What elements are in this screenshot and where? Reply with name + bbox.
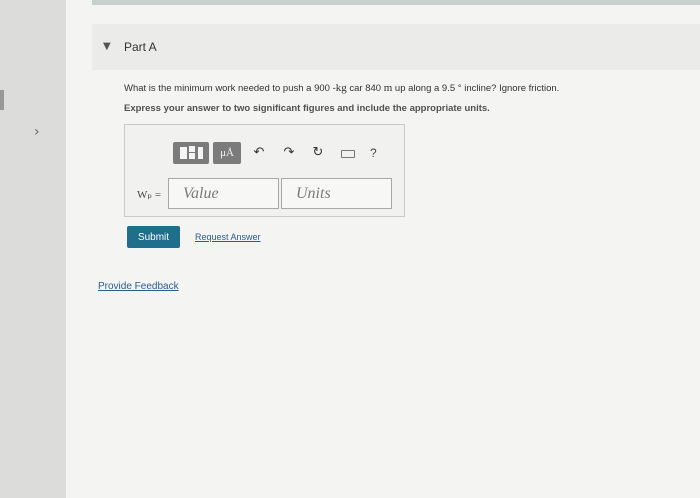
- redo-icon[interactable]: ↷: [281, 144, 297, 166]
- question-text-after: up along a 9.5 ° incline? Ignore frictio…: [392, 83, 560, 94]
- value-input[interactable]: [168, 178, 279, 209]
- distance-unit: m: [383, 82, 393, 94]
- part-title[interactable]: Part A: [124, 40, 157, 54]
- submit-button[interactable]: Submit: [127, 226, 180, 248]
- undo-icon[interactable]: ↶: [251, 144, 267, 166]
- template-icon-part: [189, 146, 195, 152]
- chevron-right-icon[interactable]: ›: [34, 124, 40, 140]
- mass-unit: kg: [335, 82, 347, 94]
- answer-instruction: Express your answer to two significant f…: [124, 103, 490, 114]
- help-button[interactable]: ?: [370, 146, 377, 160]
- caret-down-icon[interactable]: ▼: [103, 41, 111, 52]
- page-content: [66, 0, 700, 498]
- request-answer-link[interactable]: Request Answer: [195, 232, 261, 242]
- templates-button[interactable]: [173, 142, 209, 164]
- reset-icon[interactable]: ↻: [310, 144, 326, 166]
- left-edge-mark: [0, 90, 4, 110]
- question-text: What is the minimum work needed to push …: [124, 82, 559, 94]
- symbols-button[interactable]: μÅ: [213, 142, 241, 164]
- template-icon-part: [189, 153, 195, 159]
- part-header[interactable]: [92, 24, 700, 70]
- provide-feedback-link[interactable]: Provide Feedback: [98, 281, 179, 292]
- keyboard-icon[interactable]: [341, 150, 355, 158]
- units-input[interactable]: [281, 178, 392, 209]
- template-icon-part: [198, 147, 203, 159]
- variable-label: Wₚ =: [137, 189, 162, 201]
- template-icon-part: [180, 147, 187, 159]
- answer-box: μÅ ↶ ↷ ↻ ? Wₚ =: [124, 124, 405, 217]
- top-strip: [92, 0, 700, 5]
- question-text-before: What is the minimum work needed to push …: [124, 83, 336, 94]
- question-text-middle: car 840: [346, 83, 384, 94]
- left-gutter: [0, 0, 66, 498]
